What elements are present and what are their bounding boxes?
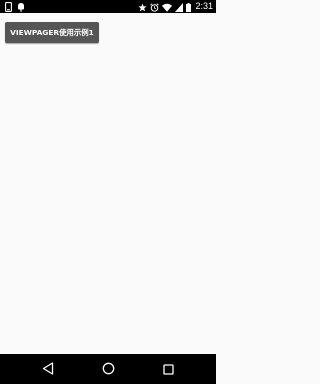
home-button[interactable] — [100, 361, 116, 377]
home-icon — [102, 360, 115, 379]
recents-button[interactable] — [160, 361, 176, 377]
recents-icon — [162, 360, 174, 379]
back-button[interactable] — [40, 361, 56, 377]
viewpager-demo-button[interactable]: VIEWPAGER使用示例1 — [5, 22, 99, 43]
screen: 2:31 VIEWPAGER使用示例1 — [0, 0, 216, 384]
status-bar-left — [5, 1, 25, 12]
navigation-bar — [0, 354, 216, 384]
status-time: 2:31 — [195, 1, 213, 11]
back-icon — [42, 360, 54, 379]
status-bar: 2:31 — [0, 0, 216, 13]
main-content: VIEWPAGER使用示例1 — [0, 13, 216, 354]
status-bar-right: 2:31 — [138, 0, 213, 13]
